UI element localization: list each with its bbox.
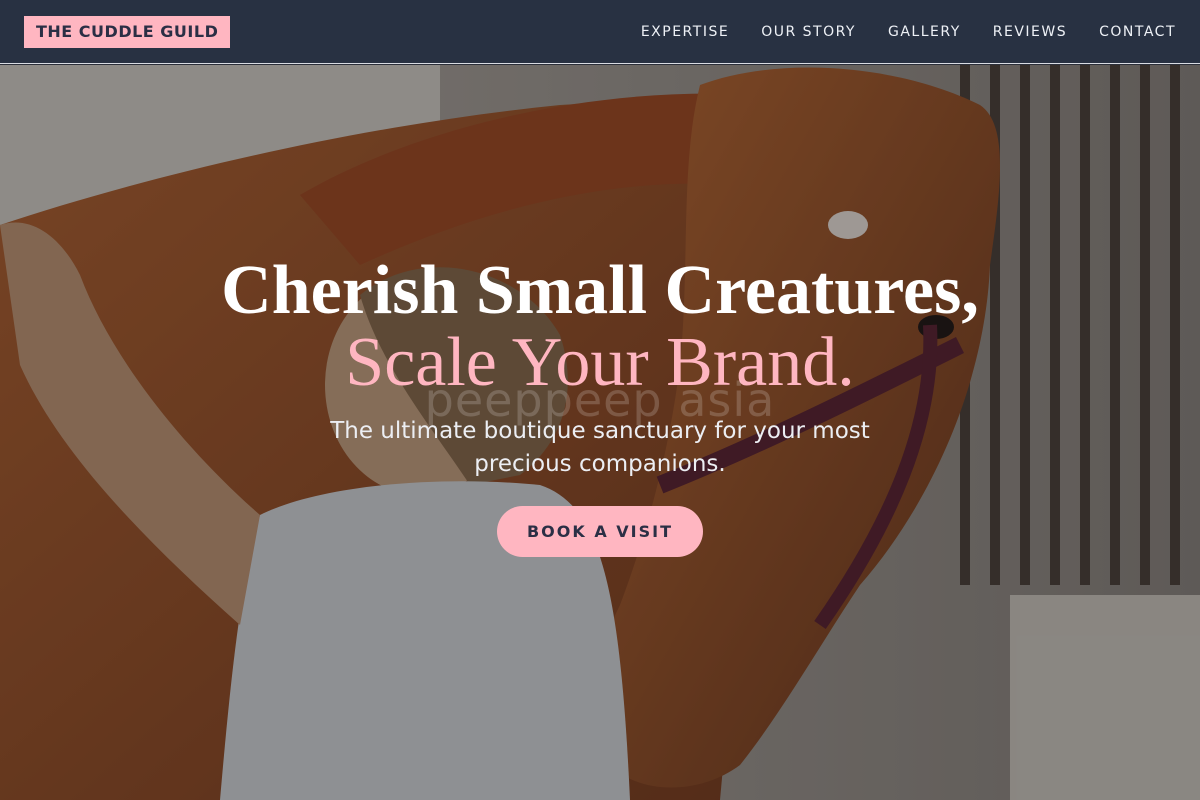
- nav-link-contact[interactable]: CONTACT: [1099, 24, 1176, 40]
- nav-menu: EXPERTISE OUR STORY GALLERY REVIEWS CONT…: [641, 24, 1176, 40]
- book-visit-button[interactable]: BOOK A VISIT: [497, 506, 703, 557]
- top-navbar: THE CUDDLE GUILD EXPERTISE OUR STORY GAL…: [0, 0, 1200, 64]
- hero-subtitle: The ultimate boutique sanctuary for your…: [330, 418, 870, 477]
- nav-link-expertise[interactable]: EXPERTISE: [641, 24, 729, 40]
- nav-link-our-story[interactable]: OUR STORY: [761, 24, 856, 40]
- brand-logo[interactable]: THE CUDDLE GUILD: [24, 15, 231, 48]
- hero-headline-line1: Cherish Small Creatures,: [221, 252, 979, 329]
- nav-link-reviews[interactable]: REVIEWS: [993, 24, 1067, 40]
- nav-link-gallery[interactable]: GALLERY: [888, 24, 961, 40]
- hero-section: Cherish Small Creatures, Scale Your Bran…: [0, 65, 1200, 800]
- hero-content: Cherish Small Creatures, Scale Your Bran…: [0, 65, 1200, 800]
